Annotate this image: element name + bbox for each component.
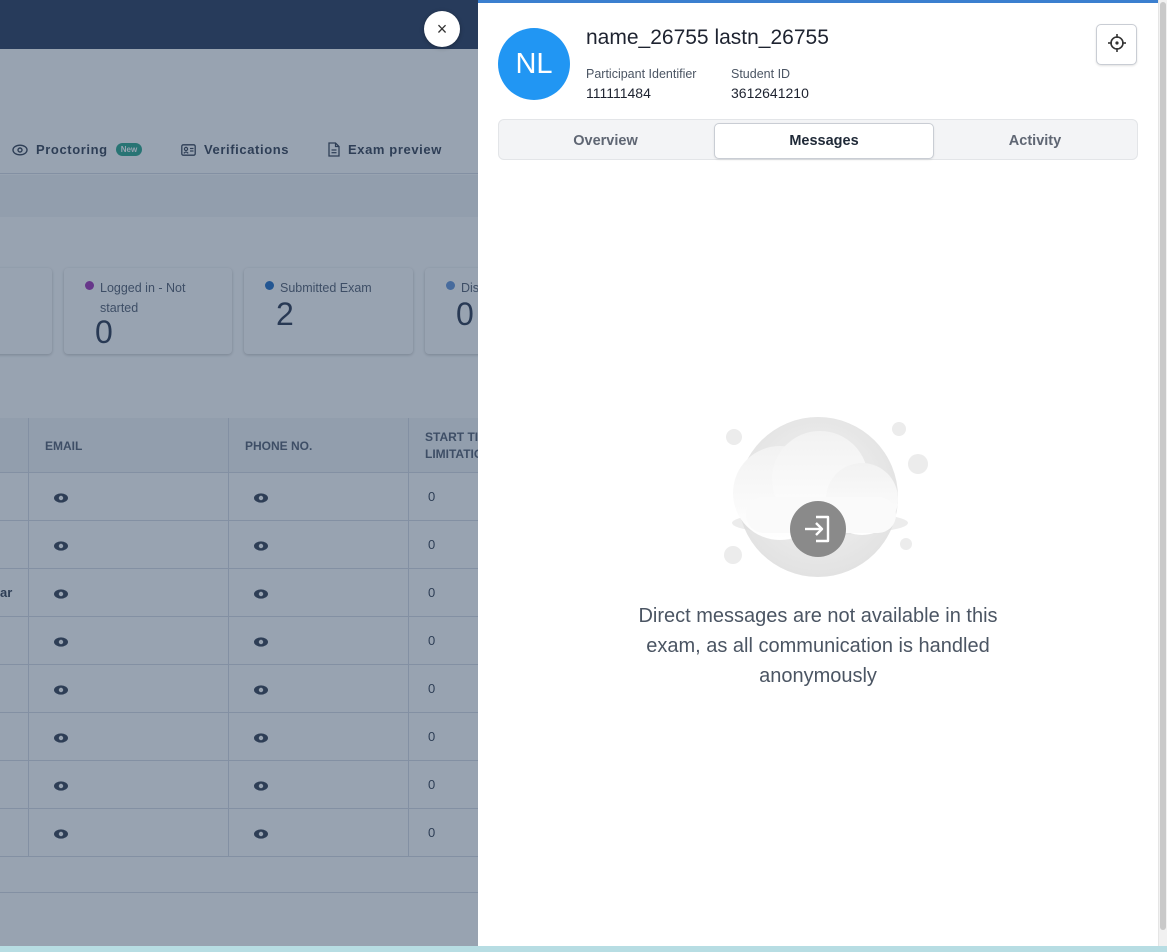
crosshair-icon bbox=[1107, 33, 1127, 56]
tab-messages[interactable]: Messages bbox=[714, 123, 934, 159]
participant-drawer: NL name_26755 lastn_26755 Participant Id… bbox=[478, 0, 1158, 946]
avatar-initials: NL bbox=[515, 47, 553, 80]
avatar: NL bbox=[498, 28, 570, 100]
empty-messages-illustration bbox=[712, 411, 932, 591]
drawer-tabs: Overview Messages Activity bbox=[498, 119, 1138, 160]
tab-label: Messages bbox=[789, 133, 859, 149]
participant-identifier-value: 111111484 bbox=[586, 85, 651, 101]
locate-participant-button[interactable] bbox=[1096, 24, 1137, 65]
student-id-label: Student ID bbox=[731, 67, 791, 81]
close-drawer-button[interactable]: × bbox=[424, 11, 460, 47]
scrollbar-thumb[interactable] bbox=[1160, 2, 1166, 930]
close-icon: × bbox=[436, 18, 448, 39]
drawer-scrollbar[interactable] bbox=[1158, 0, 1167, 946]
participant-identifier-label: Participant Identifier bbox=[586, 67, 697, 81]
empty-messages-text: Direct messages are not available in thi… bbox=[638, 605, 998, 687]
tab-overview[interactable]: Overview bbox=[502, 123, 709, 159]
tab-activity[interactable]: Activity bbox=[935, 123, 1135, 159]
tab-label: Overview bbox=[573, 133, 638, 149]
participant-name: name_26755 lastn_26755 bbox=[586, 26, 829, 49]
tab-label: Activity bbox=[1008, 133, 1062, 149]
student-id-value: 3612641210 bbox=[731, 85, 809, 101]
